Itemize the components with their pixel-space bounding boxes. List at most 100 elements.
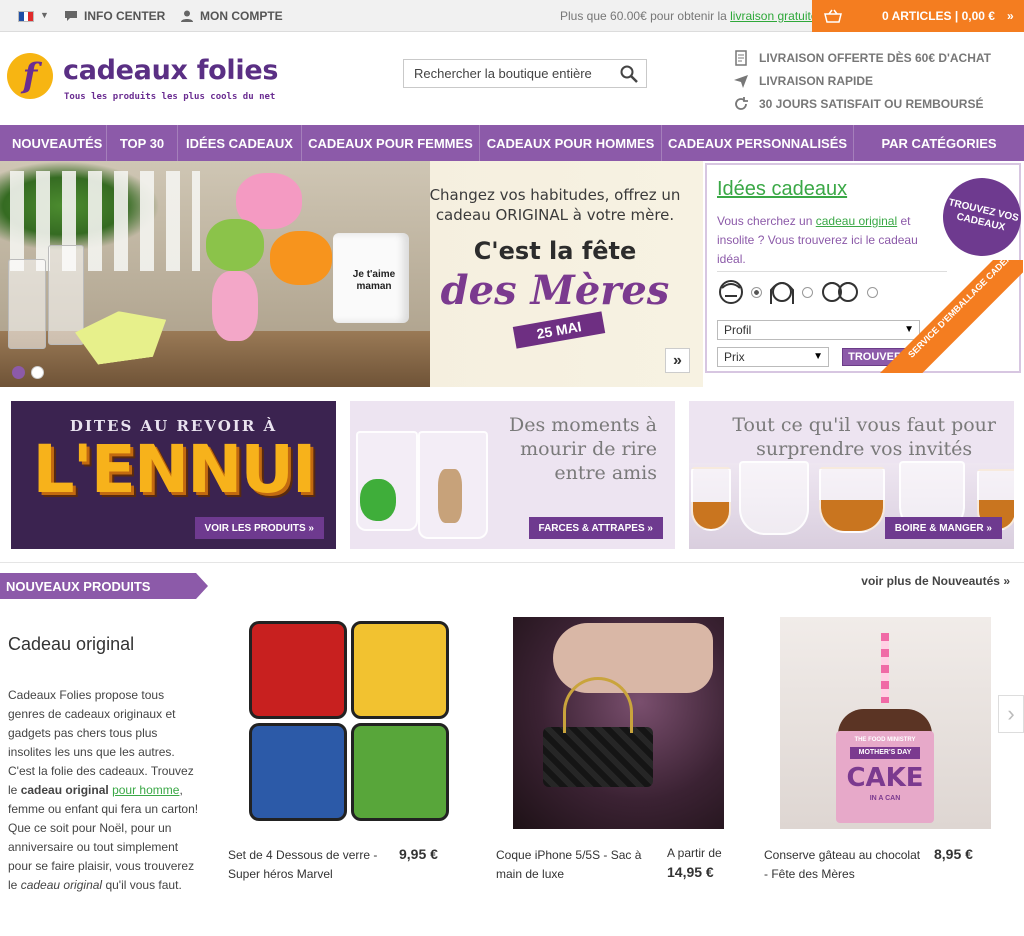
- fr-flag-icon[interactable]: [18, 11, 34, 22]
- see-more-new-link[interactable]: voir plus de Nouveautés »: [861, 574, 1010, 588]
- benefit-fast-delivery: LIVRAISON RAPIDE: [733, 69, 991, 92]
- food-drink-button[interactable]: BOIRE & MANGER »: [884, 517, 1002, 539]
- woman-face-icon: [770, 282, 794, 304]
- perfume-bottle: [8, 259, 46, 349]
- free-shipping-promo: Plus que 60.00€ pour obtenir la livraiso…: [560, 9, 818, 23]
- benefits-list: LIVRAISON OFFERTE DÈS 60€ D'ACHAT LIVRAI…: [733, 46, 991, 115]
- product-image-coasters[interactable]: [249, 621, 450, 823]
- nav-item-cadeaux-hommes[interactable]: CADEAUX POUR HOMMES: [480, 125, 662, 161]
- price-select[interactable]: Prix ▼: [717, 347, 829, 367]
- tile-line: Des moments à: [509, 414, 657, 436]
- product-price: 9,95 €: [399, 846, 438, 862]
- pranks-button[interactable]: FARCES & ATTRAPES »: [528, 517, 663, 539]
- benefit-label: LIVRAISON RAPIDE: [759, 73, 874, 88]
- whisky-glass: [691, 467, 731, 531]
- logo-name[interactable]: cadeaux folies: [63, 55, 278, 86]
- product-name[interactable]: Coque iPhone 5/5S - Sac à main de luxe: [496, 846, 658, 884]
- hero-line-1b: cadeau ORIGINAL à votre mère.: [435, 206, 675, 224]
- tile-line: mourir de rire: [520, 438, 657, 460]
- tin-subtitle: IN A CAN: [869, 795, 901, 802]
- logo-mark[interactable]: f: [7, 53, 53, 99]
- intro-bold: cadeau original: [20, 783, 109, 797]
- tile-line: surprendre vos invités: [756, 438, 973, 460]
- search-icon[interactable]: [620, 65, 638, 83]
- search-input[interactable]: [404, 66, 604, 81]
- whisky-glass: [739, 461, 809, 535]
- figurine-toy: [438, 469, 462, 523]
- account-link[interactable]: MON COMPTE: [180, 9, 283, 23]
- birthday-candle: [881, 633, 889, 703]
- nav-item-nouveautes[interactable]: NOUVEAUTÉS: [0, 125, 107, 161]
- product-image-cake-tin[interactable]: THE FOOD MINISTRY MOTHER'S DAY CAKE IN A…: [780, 617, 991, 829]
- new-products-label: NOUVEAUX PRODUITS: [0, 573, 208, 599]
- frog-toy: [360, 479, 396, 521]
- cart-button[interactable]: 0 ARTICLES | 0,00 € »: [812, 0, 1024, 32]
- desc-text: Vous cherchez un: [717, 214, 813, 228]
- promo-text: Plus que 60.00€ pour obtenir la: [560, 9, 727, 23]
- chevron-down-icon: ▼: [813, 351, 823, 362]
- plane-icon: [734, 74, 748, 88]
- intro-italic: cadeau original: [20, 878, 103, 892]
- promo-tile-ennui[interactable]: DITES AU REVOIR À L'ENNUI VOIR LES PRODU…: [11, 401, 336, 549]
- coaster-thor: [351, 621, 449, 719]
- free-shipping-link[interactable]: livraison gratuite: [730, 9, 817, 23]
- hero-script: des Mères: [440, 267, 670, 314]
- logo-tagline: Tous les produits les plus cools du net: [64, 92, 276, 102]
- slider-dot[interactable]: [31, 366, 44, 379]
- gift-finder-title[interactable]: Idées cadeaux: [717, 178, 847, 201]
- nav-item-idees-cadeaux[interactable]: IDÉES CADEAUX: [178, 125, 302, 161]
- gift-wrap-corner[interactable]: SERVICE D'EMBALLAGE CADEAU: [870, 260, 1023, 373]
- slider-dot-active[interactable]: [12, 366, 25, 379]
- hero-next-button[interactable]: »: [665, 348, 690, 373]
- cart-summary: 0 ARTICLES | 0,00 €: [882, 9, 995, 23]
- tile-copy: Des moments à mourir de rire entre amis: [509, 413, 657, 485]
- price-select-value: Prix: [724, 350, 745, 364]
- intro-text: Cadeaux Folies propose tous genres de ca…: [8, 686, 200, 895]
- promo-tile-farces[interactable]: Des moments à mourir de rire entre amis …: [350, 401, 675, 549]
- hero-copy: Changez vos habitudes, offrez un cadeau …: [410, 185, 700, 311]
- product-price: 8,95 €: [934, 846, 973, 862]
- intro-title: Cadeau original: [8, 634, 135, 654]
- whisky-glass: [819, 467, 885, 533]
- view-products-button[interactable]: VOIR LES PRODUITS »: [194, 517, 324, 539]
- nav-item-par-categories[interactable]: PAR CATÉGORIES: [854, 125, 1024, 161]
- original-gift-link[interactable]: cadeau original: [816, 214, 897, 228]
- basket-icon: [824, 9, 842, 23]
- hero-banner[interactable]: Je t'aime maman Changez vos habitudes, o…: [0, 161, 703, 387]
- products-next-arrow-icon[interactable]: ›: [998, 695, 1024, 733]
- man-face-icon: [719, 280, 743, 304]
- benefit-label: 30 JOURS SATISFAIT OU REMBOURSÉ: [759, 96, 984, 111]
- product-price: 14,95 €: [667, 864, 714, 880]
- slider-dots: [12, 366, 44, 379]
- macaron-orange: [270, 231, 332, 285]
- couple-faces-icon: [822, 282, 858, 302]
- for-men-link[interactable]: pour homme: [112, 783, 179, 797]
- price-prefix: A partir de: [667, 846, 722, 860]
- radio-man[interactable]: [751, 286, 762, 298]
- nav-item-cadeaux-femmes[interactable]: CADEAUX POUR FEMMES: [302, 125, 480, 161]
- hero-headline: C'est la fête: [473, 237, 637, 265]
- benefit-satisfaction: 30 JOURS SATISFAIT OU REMBOURSÉ: [733, 92, 991, 115]
- intro-text-part: , femme ou enfant qui fera un carton! Qu…: [8, 783, 199, 892]
- logo-letter: f: [22, 56, 38, 96]
- product-name[interactable]: Set de 4 Dessous de verre - Super héros …: [228, 846, 396, 884]
- macaron-green: [206, 219, 264, 271]
- nav-item-top-30[interactable]: TOP 30: [107, 125, 178, 161]
- info-center-label: INFO CENTER: [84, 9, 166, 23]
- tile-line: Tout ce qu'il vous faut pour: [732, 414, 996, 436]
- chat-bubble-icon: [65, 11, 77, 21]
- nav-item-cadeaux-personnalises[interactable]: CADEAUX PERSONNALISÉS: [662, 125, 854, 161]
- refresh-icon: [735, 96, 748, 110]
- info-center-link[interactable]: INFO CENTER: [64, 9, 165, 23]
- benefit-label: LIVRAISON OFFERTE DÈS 60€ D'ACHAT: [759, 50, 991, 65]
- product-name[interactable]: Conserve gâteau au chocolat - Fête des M…: [764, 846, 924, 884]
- promo-tile-boire-manger[interactable]: Tout ce qu'il vous faut pour surprendre …: [689, 401, 1014, 549]
- hero-date-ribbon: 25 MAI: [512, 311, 606, 349]
- language-dropdown-caret-icon[interactable]: ▼: [40, 10, 49, 20]
- account-label: MON COMPTE: [200, 9, 283, 23]
- radio-woman[interactable]: [802, 286, 813, 298]
- product-image-iphone-case[interactable]: [513, 617, 724, 829]
- tin-can: THE FOOD MINISTRY MOTHER'S DAY CAKE IN A…: [836, 731, 934, 823]
- coaster-hulk: [351, 723, 449, 821]
- pink-monster-toy: [212, 271, 258, 341]
